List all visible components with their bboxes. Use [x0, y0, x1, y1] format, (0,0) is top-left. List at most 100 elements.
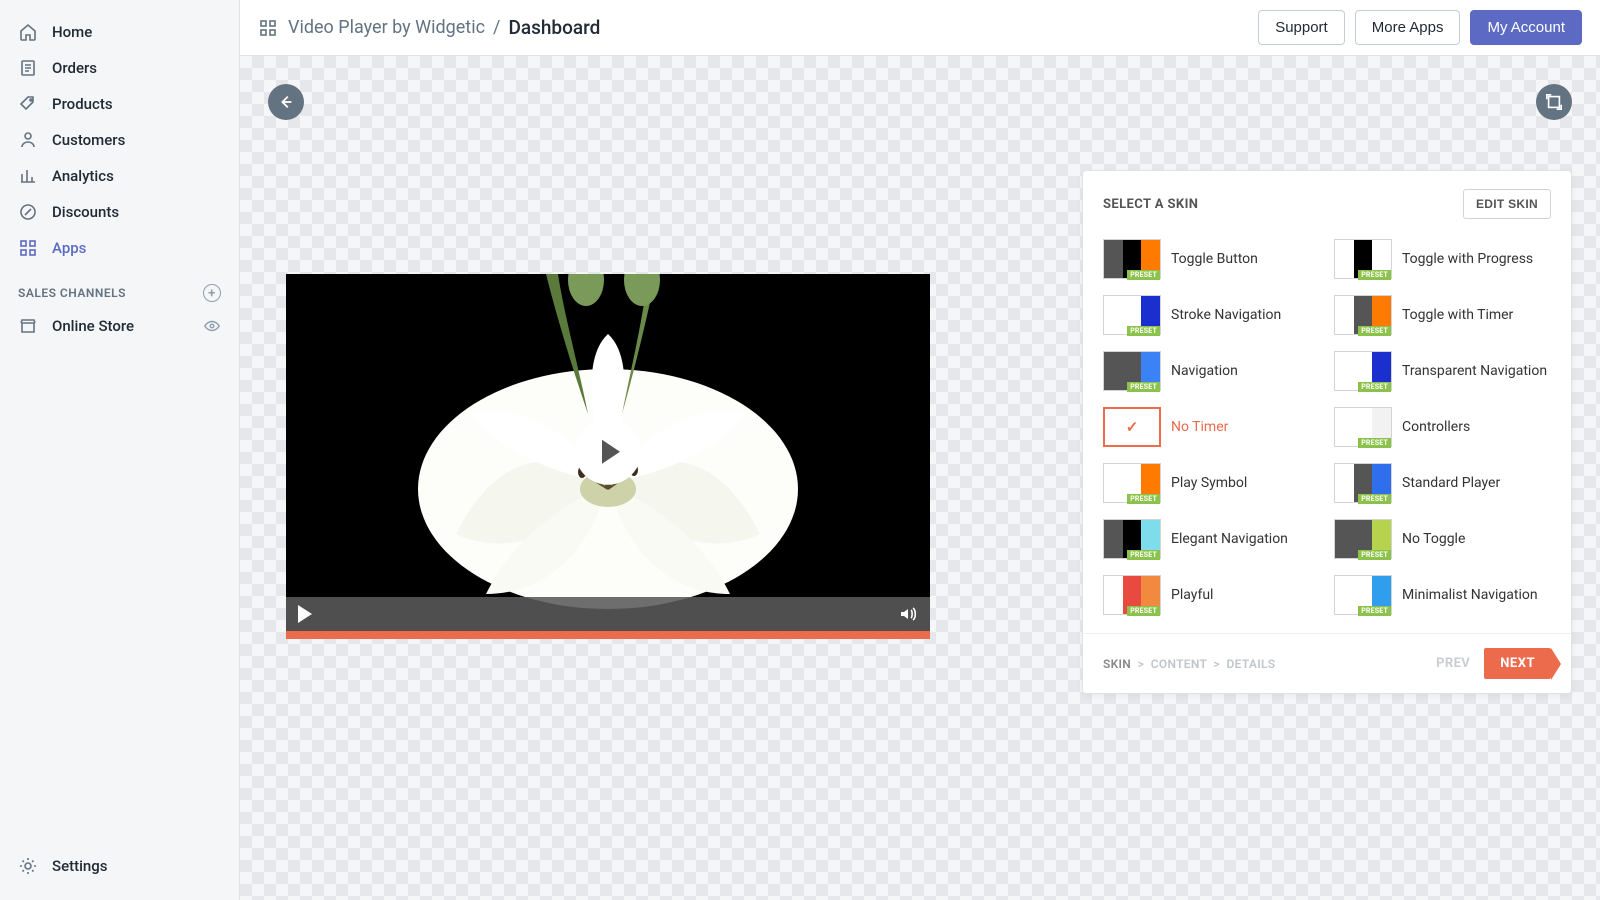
skin-swatch: PRESET [1103, 239, 1161, 279]
skin-label: Transparent Navigation [1402, 363, 1547, 380]
fullscreen-button[interactable] [1536, 84, 1572, 120]
sidebar-item-customers[interactable]: Customers [0, 122, 239, 158]
skin-item[interactable]: ✓ No Timer [1103, 407, 1320, 447]
preset-tag: PRESET [1358, 438, 1391, 448]
step-sep: > [1210, 657, 1226, 671]
nav-label: Apps [52, 239, 86, 257]
next-button[interactable]: NEXT [1484, 648, 1551, 679]
preset-tag: PRESET [1358, 326, 1391, 336]
step-content[interactable]: CONTENT [1151, 657, 1207, 671]
skin-label: No Toggle [1402, 531, 1465, 548]
play-button[interactable] [298, 605, 312, 623]
step-skin[interactable]: SKIN [1103, 657, 1131, 671]
breadcrumb-page: Dashboard [508, 16, 600, 39]
skin-swatch: PRESET [1103, 519, 1161, 559]
nav-label: Home [52, 23, 92, 41]
footer-steps: SKIN > CONTENT > DETAILS [1103, 657, 1275, 671]
view-store-icon[interactable] [203, 317, 221, 335]
canvas: SELECT A SKIN EDIT SKIN PRESETToggle But… [240, 56, 1600, 900]
prev-button: PREV [1436, 656, 1470, 671]
skin-item[interactable]: PRESET Elegant Navigation [1103, 519, 1320, 559]
skin-label: Playful [1171, 587, 1213, 604]
nav-label: Analytics [52, 167, 114, 185]
skin-swatch: PRESET [1334, 239, 1392, 279]
section-title-text: SALES CHANNELS [18, 286, 126, 300]
skin-label: Elegant Navigation [1171, 531, 1288, 548]
preset-tag: PRESET [1127, 606, 1160, 616]
main: Video Player by Widgetic / Dashboard Sup… [240, 0, 1600, 900]
skin-item[interactable]: PRESET Stroke Navigation [1103, 295, 1320, 335]
skin-label: Standard Player [1402, 475, 1500, 492]
skin-item[interactable]: PRESETControllers [1334, 407, 1551, 447]
nav-label: Customers [52, 131, 125, 149]
breadcrumb-app[interactable]: Video Player by Widgetic [288, 17, 485, 38]
my-account-button[interactable]: My Account [1470, 10, 1582, 45]
panel-title: SELECT A SKIN [1103, 197, 1198, 212]
skin-item[interactable]: PRESET Toggle with Timer [1334, 295, 1551, 335]
breadcrumb-sep: / [493, 17, 500, 38]
topbar: Video Player by Widgetic / Dashboard Sup… [240, 0, 1600, 56]
skin-label: No Timer [1171, 419, 1228, 436]
nav-list: Home Orders Products Customers Analytics… [0, 0, 239, 266]
back-button[interactable] [268, 84, 304, 120]
skin-item[interactable]: PRESET Playful [1103, 575, 1320, 615]
skin-item[interactable]: PRESET Toggle with Progress [1334, 239, 1551, 279]
volume-button[interactable] [898, 604, 918, 624]
preset-tag: PRESET [1358, 382, 1391, 392]
panel-header: SELECT A SKIN EDIT SKIN [1083, 171, 1571, 235]
step-details[interactable]: DETAILS [1227, 657, 1276, 671]
skin-swatch: PRESET [1334, 575, 1392, 615]
sidebar-footer: Settings [0, 834, 239, 900]
skin-item[interactable]: PRESET Standard Player [1334, 463, 1551, 503]
support-button[interactable]: Support [1258, 10, 1345, 45]
sidebar-item-orders[interactable]: Orders [0, 50, 239, 86]
sidebar-item-apps[interactable]: Apps [0, 230, 239, 266]
skin-swatch: PRESET [1334, 519, 1392, 559]
sidebar-item-discounts[interactable]: Discounts [0, 194, 239, 230]
skin-label: Navigation [1171, 363, 1238, 380]
nav-label: Online Store [52, 317, 134, 335]
sidebar-item-settings[interactable]: Settings [0, 848, 239, 884]
skin-swatch: PRESET [1103, 295, 1161, 335]
skin-label: Toggle with Timer [1402, 307, 1513, 324]
skin-swatch: PRESET [1334, 351, 1392, 391]
skin-item[interactable]: PRESETMinimalist Navigation [1334, 575, 1551, 615]
skin-label: Stroke Navigation [1171, 307, 1281, 324]
play-center-button[interactable] [575, 418, 641, 484]
apps-icon [18, 238, 38, 258]
apps-icon [258, 18, 278, 38]
skin-item[interactable]: PRESET Transparent Navigation [1334, 351, 1551, 391]
play-icon [602, 439, 620, 463]
skin-label: Toggle with Progress [1402, 251, 1533, 268]
channels-list: Online Store [0, 308, 239, 344]
step-sep: > [1134, 657, 1150, 671]
store-icon [18, 316, 38, 336]
skin-item[interactable]: PRESETToggle Button [1103, 239, 1320, 279]
edit-skin-button[interactable]: EDIT SKIN [1463, 189, 1551, 219]
skin-swatch: PRESET [1103, 463, 1161, 503]
skin-grid: PRESETToggle ButtonPRESETToggle with Pro… [1083, 235, 1571, 633]
nav-label: Settings [52, 857, 108, 875]
video-controls [286, 597, 930, 631]
skin-item[interactable]: PRESET No Toggle [1334, 519, 1551, 559]
skin-item[interactable]: PRESET Navigation [1103, 351, 1320, 391]
footer-actions: PREV NEXT [1436, 648, 1551, 679]
skin-swatch: PRESET [1103, 575, 1161, 615]
sidebar-item-products[interactable]: Products [0, 86, 239, 122]
preset-tag: PRESET [1358, 494, 1391, 504]
sidebar-item-online-store[interactable]: Online Store [0, 308, 239, 344]
add-channel-button[interactable]: + [203, 284, 221, 302]
preset-tag: PRESET [1127, 550, 1160, 560]
preset-tag: PRESET [1358, 606, 1391, 616]
preset-tag: PRESET [1127, 326, 1160, 336]
skin-swatch: ✓ [1103, 407, 1161, 447]
preset-tag: PRESET [1127, 382, 1160, 392]
skin-item[interactable]: PRESETPlay Symbol [1103, 463, 1320, 503]
topbar-actions: Support More Apps My Account [1258, 10, 1582, 45]
sidebar-item-home[interactable]: Home [0, 14, 239, 50]
preset-tag: PRESET [1358, 550, 1391, 560]
skin-swatch: PRESET [1103, 351, 1161, 391]
sidebar-item-analytics[interactable]: Analytics [0, 158, 239, 194]
video-progress[interactable] [286, 631, 930, 639]
more-apps-button[interactable]: More Apps [1355, 10, 1461, 45]
